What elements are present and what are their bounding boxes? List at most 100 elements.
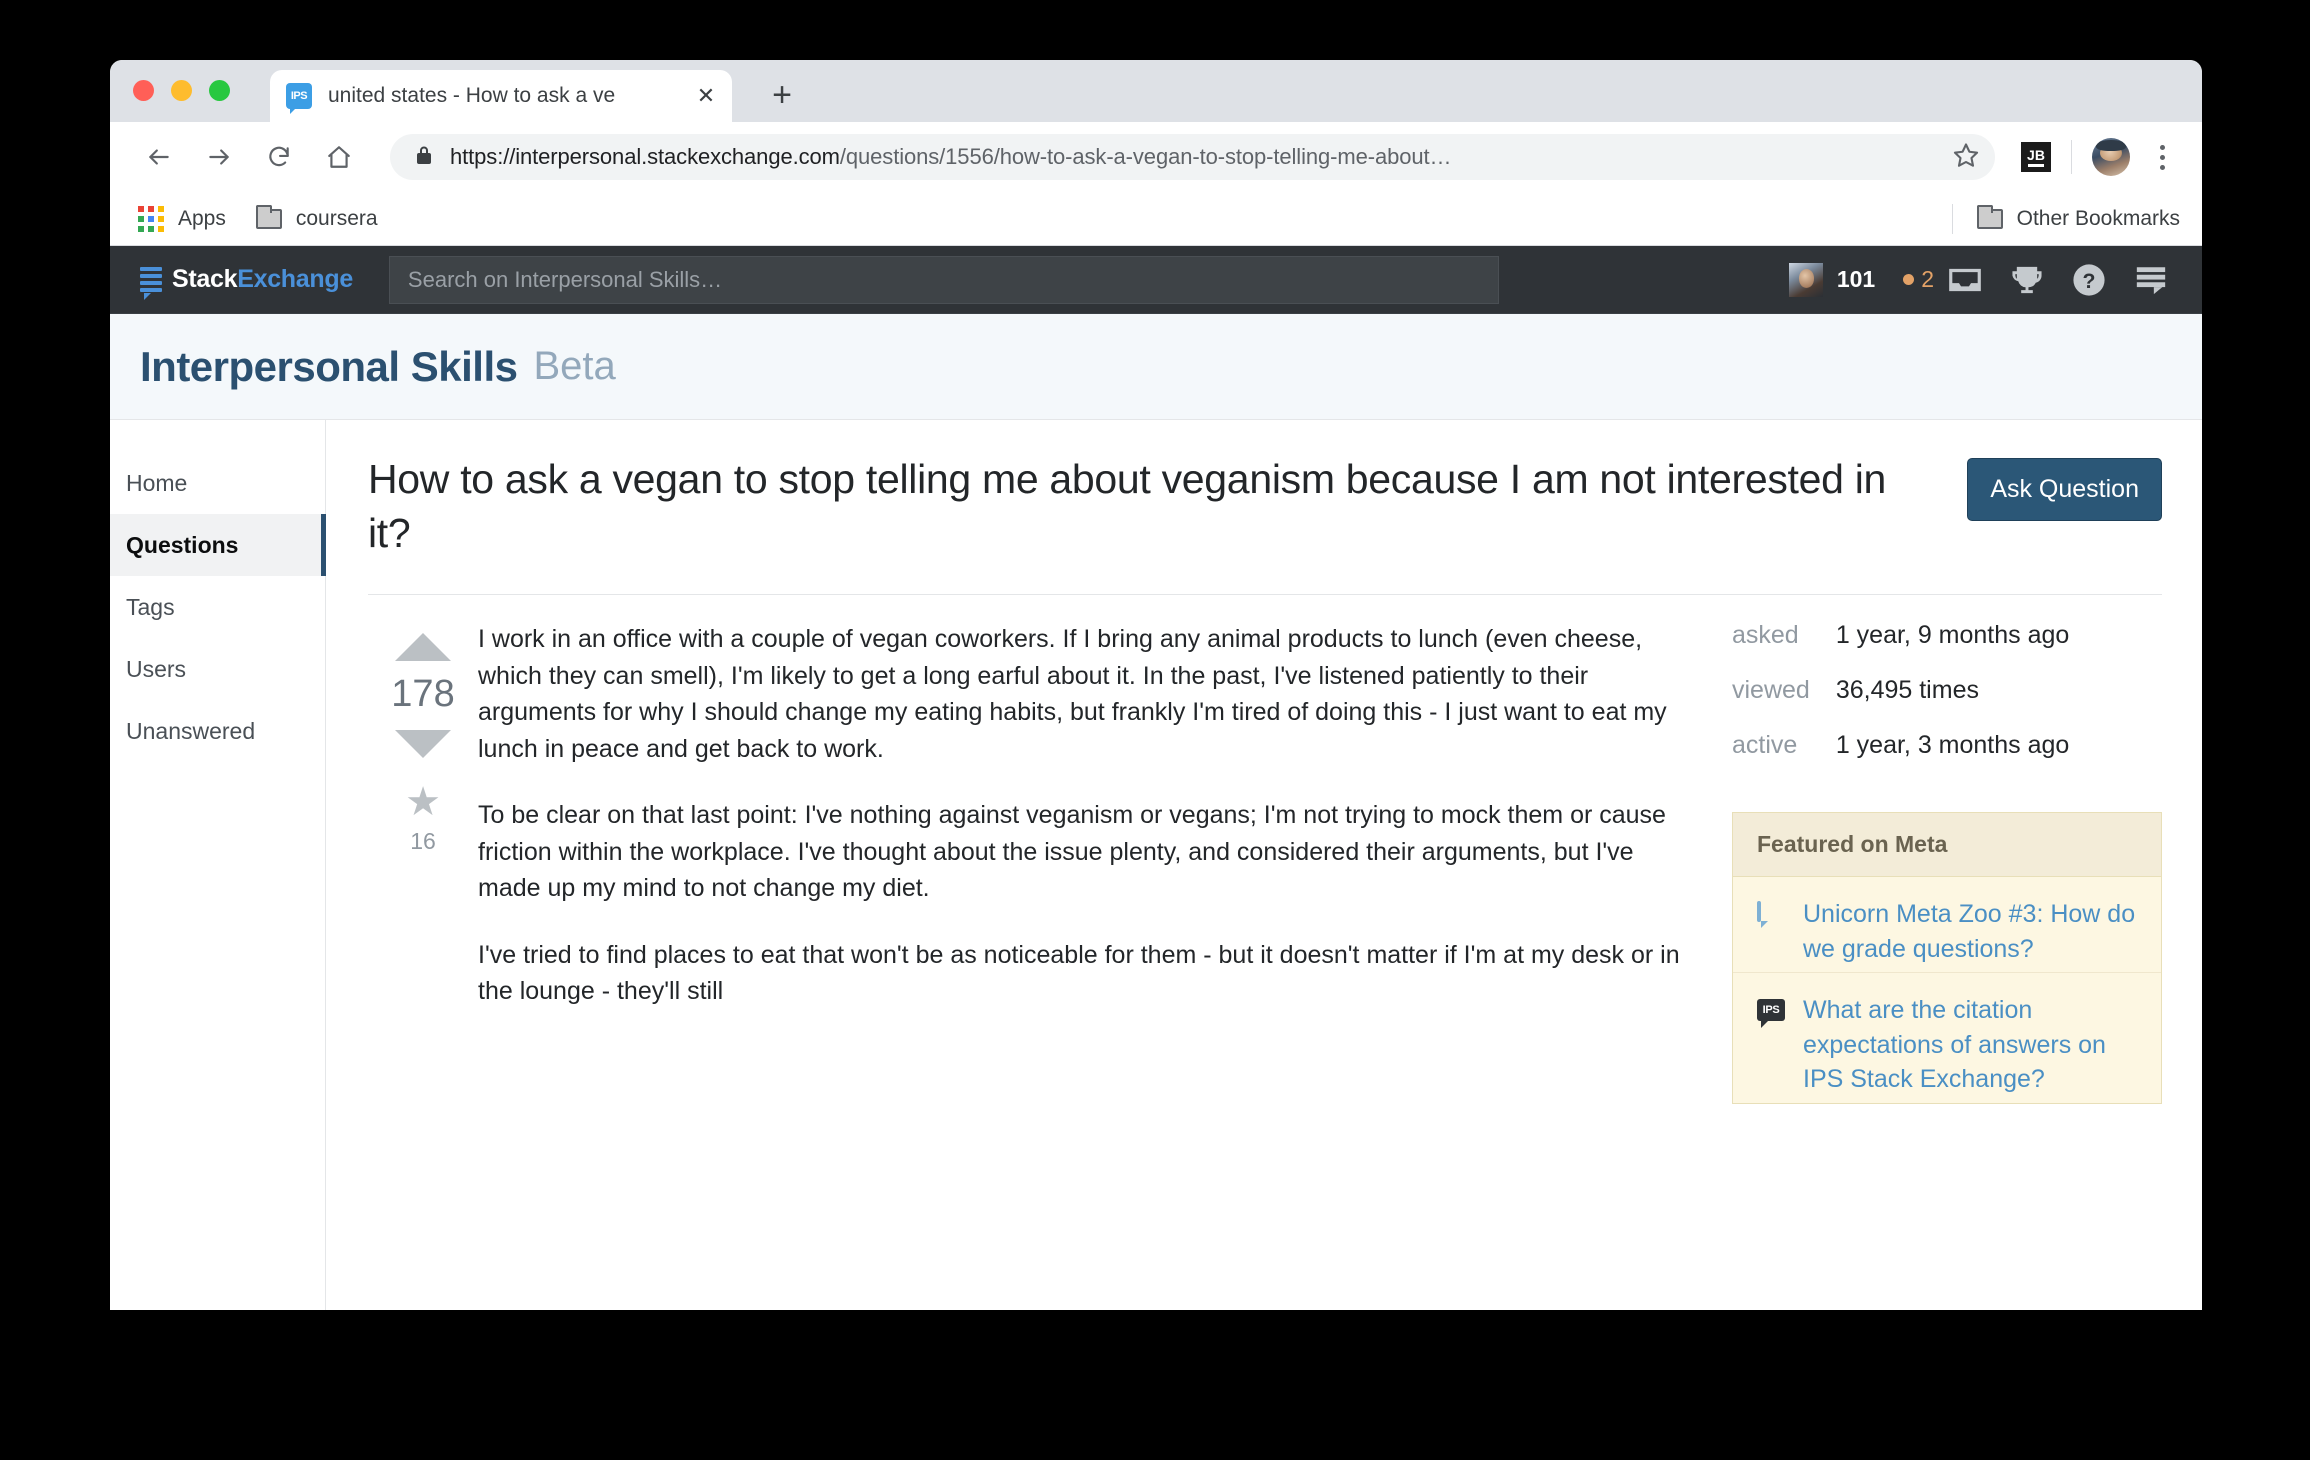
question-stats: asked 1 year, 9 months ago viewed 36,495 ti…	[1732, 621, 2069, 786]
search-box[interactable]	[388, 255, 1499, 304]
sidebar-item-label: Home	[126, 469, 188, 496]
logo-stack-word: Stack	[172, 265, 238, 293]
stackexchange-logo-text: StackExchange	[172, 265, 353, 294]
close-window-button[interactable]	[133, 80, 154, 101]
featured-on-meta-heading: Featured on Meta	[1733, 813, 2161, 878]
ask-question-button[interactable]: Ask Question	[1967, 458, 2162, 521]
bookmarks-bar: Apps coursera Other Bookmarks	[110, 192, 2202, 246]
bookmark-folder-label: coursera	[295, 206, 378, 230]
bookmarks-divider	[1951, 203, 1953, 234]
lock-icon	[414, 144, 434, 171]
url-text: https://interpersonal.stackexchange.com/…	[450, 144, 1949, 170]
other-bookmarks-group: Other Bookmarks	[1951, 203, 2180, 234]
stat-row: active 1 year, 3 months ago	[1732, 731, 2069, 786]
inbox-icon[interactable]	[1934, 246, 1996, 314]
achievements-trophy-icon[interactable]	[1996, 246, 2058, 314]
other-bookmarks-button[interactable]: Other Bookmarks	[1976, 204, 2180, 231]
bookmark-apps-label: Apps	[178, 206, 226, 230]
url-host: https://interpersonal.stackexchange.com	[450, 144, 840, 169]
stat-row: asked 1 year, 9 months ago	[1732, 621, 2069, 676]
tab-strip: IPS united states - How to ask a ve ✕ +	[110, 60, 2202, 122]
main-content: How to ask a vegan to stop telling me ab…	[326, 420, 2202, 1310]
stackexchange-logo[interactable]: StackExchange	[126, 265, 367, 300]
svg-text:?: ?	[2083, 268, 2096, 292]
meta-bubble-icon-glyph	[1757, 901, 1761, 923]
upvote-arrow-icon[interactable]	[395, 633, 451, 662]
featured-meta-item[interactable]: Unicorn Meta Zoo #3: How do we grade que…	[1733, 877, 2161, 974]
question-header: How to ask a vegan to stop telling me ab…	[368, 452, 2162, 560]
stat-label: asked	[1732, 621, 1799, 650]
sidebar-item-unanswered[interactable]: Unanswered	[110, 700, 325, 762]
sidebar-item-label: Questions	[126, 531, 239, 558]
stat-label: viewed	[1732, 676, 1810, 705]
jetbrains-extension-underline	[2028, 163, 2044, 167]
sidebar-item-questions[interactable]: Questions	[110, 514, 326, 576]
back-arrow-icon[interactable]	[136, 134, 182, 180]
featured-on-meta-panel: Featured on Meta Unicorn Meta Zoo #3: Ho…	[1732, 812, 2162, 1104]
chrome-profile-avatar[interactable]	[2092, 138, 2130, 176]
forward-arrow-icon[interactable]	[196, 134, 242, 180]
vote-count: 178	[391, 673, 455, 716]
ips-bubble-icon: IPS	[1757, 999, 1785, 1022]
browser-tab[interactable]: IPS united states - How to ask a ve ✕	[270, 70, 732, 122]
question-paragraph: I work in an office with a couple of veg…	[478, 625, 1667, 763]
new-tab-button[interactable]: +	[765, 78, 799, 114]
question-paragraph: I've tried to find places to eat that wo…	[478, 940, 1680, 1006]
featured-meta-link[interactable]: Unicorn Meta Zoo #3: How do we grade que…	[1803, 897, 2137, 966]
window-traffic-lights	[133, 80, 230, 101]
browser-window: IPS united states - How to ask a ve ✕ + …	[110, 60, 2202, 1310]
url-path: /questions/1556/how-to-ask-a-vegan-to-st…	[839, 144, 1452, 169]
bookmark-folder-coursera[interactable]: coursera	[255, 204, 378, 231]
web-page: StackExchange 101 2 ?	[110, 246, 2202, 1310]
site-switcher-icon[interactable]	[2120, 246, 2182, 314]
left-sidebar: Home Questions Tags Users Unanswered	[110, 420, 326, 1310]
chrome-menu-icon[interactable]	[2144, 137, 2180, 177]
reload-icon[interactable]	[256, 134, 302, 180]
other-bookmarks-folder-icon	[1976, 204, 2003, 229]
favorite-star-icon[interactable]: ★	[405, 782, 441, 822]
sidebar-item-home[interactable]: Home	[110, 452, 325, 514]
tab-title: united states - How to ask a ve	[328, 84, 616, 107]
sidebar-item-label: Unanswered	[126, 717, 256, 744]
home-icon[interactable]	[316, 134, 362, 180]
page-title: How to ask a vegan to stop telling me ab…	[368, 456, 1887, 557]
stackexchange-topbar: StackExchange 101 2 ?	[110, 246, 2202, 314]
downvote-arrow-icon[interactable]	[395, 730, 451, 759]
stat-row: viewed 36,495 times	[1732, 676, 2069, 731]
site-title[interactable]: Interpersonal Skills	[140, 343, 518, 391]
question-layout: 178 ★ 16 I work in an office with a coup…	[368, 595, 2162, 1104]
stat-value: 1 year, 3 months ago	[1835, 731, 2070, 760]
stat-value: 36,495 times	[1835, 676, 1979, 705]
user-profile-link[interactable]: 101	[1779, 262, 1885, 297]
bronze-badge-dot-icon	[1903, 274, 1915, 285]
favorite-count: 16	[410, 828, 436, 855]
bookmark-star-icon[interactable]	[1949, 141, 1983, 174]
sidebar-item-users[interactable]: Users	[110, 638, 325, 700]
close-tab-icon[interactable]: ✕	[694, 84, 718, 108]
question-body: I work in an office with a couple of veg…	[478, 621, 1732, 1104]
badge-count-label: 2	[1921, 266, 1934, 292]
ips-bubble-icon-glyph: IPS	[1757, 999, 1785, 1022]
featured-meta-link[interactable]: What are the citation expectations of an…	[1803, 993, 2137, 1097]
stat-label: active	[1732, 731, 1798, 760]
bookmark-apps[interactable]: Apps	[138, 205, 226, 232]
sidebar-item-label: Users	[126, 655, 187, 682]
question-paragraph: To be clear on that last point: I've not…	[478, 801, 1666, 903]
jetbrains-extension-icon[interactable]: JB	[2021, 142, 2051, 172]
meta-bubble-icon	[1757, 901, 1785, 923]
featured-meta-item[interactable]: IPS What are the citation expectations of…	[1733, 973, 2161, 1103]
sidebar-item-tags[interactable]: Tags	[110, 576, 325, 638]
stat-value: 1 year, 9 months ago	[1835, 621, 2070, 650]
search-input[interactable]	[407, 266, 1480, 293]
address-bar[interactable]: https://interpersonal.stackexchange.com/…	[390, 134, 1995, 180]
topbar-right-group: 101 2 ?	[1779, 246, 2182, 314]
site-header: Interpersonal Skills Beta	[110, 314, 2202, 420]
vote-cell: 178 ★ 16	[368, 621, 478, 1104]
maximize-window-button[interactable]	[209, 80, 230, 101]
minimize-window-button[interactable]	[171, 80, 192, 101]
bronze-badge-count[interactable]: 2	[1903, 266, 1934, 293]
browser-toolbar: https://interpersonal.stackexchange.com/…	[110, 122, 2202, 192]
site-beta-badge: Beta	[533, 344, 616, 388]
help-question-icon[interactable]: ?	[2058, 246, 2120, 314]
reputation-count: 101	[1836, 266, 1876, 292]
